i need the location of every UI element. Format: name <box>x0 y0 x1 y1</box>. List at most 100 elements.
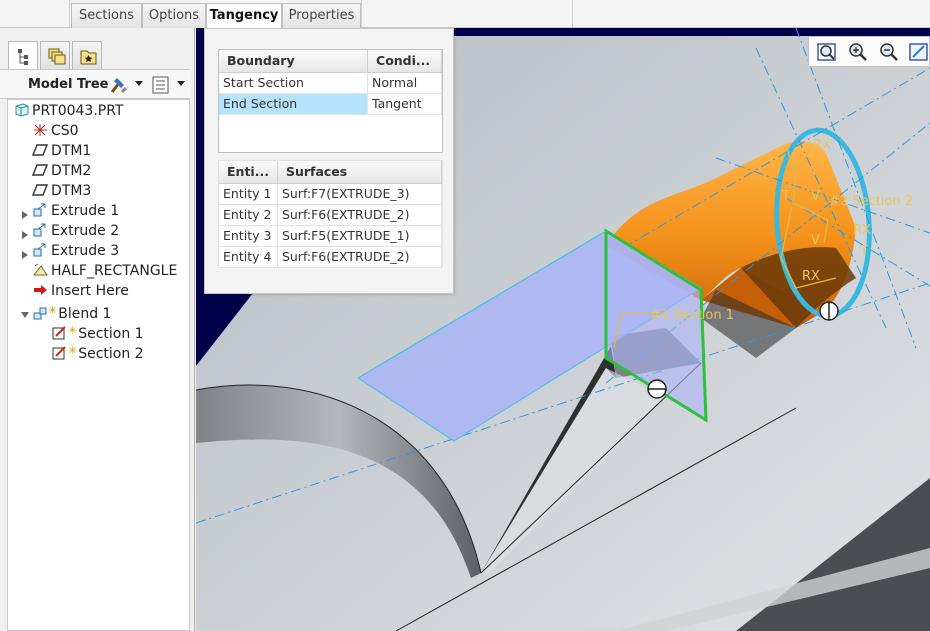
tree-settings-icon[interactable] <box>108 74 130 96</box>
expand-arrow-icon[interactable] <box>20 226 30 239</box>
view-toolbar <box>808 36 930 67</box>
entity-row[interactable]: Entity 3 Surf:F5(EXTRUDE_1) <box>219 225 443 247</box>
entity-table-container: Enti... Surfaces Entity 1 Surf:F7(EXTRUDE… <box>218 160 443 268</box>
sketch-icon <box>32 263 51 279</box>
tab-bar-spacer-left <box>0 0 70 28</box>
collapse-arrow-icon[interactable] <box>20 306 30 318</box>
part-icon <box>13 103 32 119</box>
tree-item-label: HALF_RECTANGLE <box>51 263 178 279</box>
tree-item-half-rectangle[interactable]: HALF_RECTANGLE <box>32 261 177 281</box>
favorites-tab[interactable] <box>72 41 102 69</box>
surface-cell[interactable]: Surf:F7(EXTRUDE_3) <box>277 183 443 205</box>
boundary-column-header[interactable]: Boundary <box>219 50 369 73</box>
rx-marker-3[interactable]: RX <box>802 269 820 284</box>
tree-item-label: CS0 <box>51 123 79 139</box>
tab-properties[interactable]: Properties <box>282 3 361 28</box>
tree-item-dtm2[interactable]: DTM2 <box>32 161 91 181</box>
entity-cell[interactable]: Entity 3 <box>219 225 278 247</box>
tree-item-label: Extrude 3 <box>51 243 120 259</box>
entity-row[interactable]: Entity 2 Surf:F6(EXTRUDE_2) <box>219 204 443 226</box>
tree-item-insert-here[interactable]: Insert Here <box>32 281 129 301</box>
section-2-label: #2 Section 2 <box>829 194 913 209</box>
entity-row[interactable]: Entity 1 Surf:F7(EXTRUDE_3) <box>219 183 443 205</box>
v-marker-2[interactable]: V <box>811 233 820 248</box>
entity-column-header[interactable]: Enti... <box>219 161 278 184</box>
model-tree: PRT0043.PRT CS0 DTM1 DTM2 DTM3 Extrude 1 Extru… <box>7 99 190 631</box>
zoom-in-icon[interactable] <box>846 41 870 63</box>
boundary-cell[interactable]: Start Section <box>219 72 369 94</box>
favorites-icon <box>80 50 97 65</box>
t-marker-2[interactable]: T <box>859 244 868 259</box>
dropdown-arrow-icon[interactable] <box>135 81 143 87</box>
tree-item-dtm3[interactable]: DTM3 <box>32 181 91 201</box>
rx-marker-1[interactable]: RX <box>813 138 831 153</box>
start-point-handle-1[interactable] <box>647 379 667 399</box>
v-marker-1[interactable]: V <box>811 189 820 204</box>
entity-row[interactable]: Entity 4 Surf:F6(EXTRUDE_2) <box>219 246 443 268</box>
entity-cell[interactable]: Entity 4 <box>219 246 278 268</box>
extrude-icon <box>32 203 51 219</box>
surfaces-column-header[interactable]: Surfaces <box>277 161 443 184</box>
zoom-out-icon[interactable] <box>877 41 901 63</box>
boundary-table-container: Boundary Condi... Start Section Normal End… <box>218 49 443 153</box>
model-tree-tab[interactable] <box>8 41 38 69</box>
tree-item-dtm1[interactable]: DTM1 <box>32 141 91 161</box>
extrude-icon <box>32 223 51 239</box>
surface-cell[interactable]: Surf:F6(EXTRUDE_2) <box>277 246 443 268</box>
tree-item-label: Extrude 2 <box>51 223 120 239</box>
tree-item-label: DTM3 <box>51 183 92 199</box>
tree-item-label: Section 2 <box>78 346 144 362</box>
tab-sections[interactable]: Sections <box>71 3 142 28</box>
tree-columns-icon[interactable] <box>151 75 171 95</box>
tab-bar-spacer-right <box>361 0 573 28</box>
layers-tab[interactable] <box>40 41 70 69</box>
repaint-icon[interactable] <box>907 41 930 63</box>
dropdown-arrow-icon[interactable] <box>177 81 185 87</box>
entity-cell[interactable]: Entity 2 <box>219 204 278 226</box>
tree-item-section-1[interactable]: ✳Section 1 <box>52 321 144 342</box>
rx-marker-2[interactable]: RX <box>853 223 871 238</box>
datum-plane-icon <box>32 163 51 179</box>
expand-arrow-icon[interactable] <box>20 246 30 259</box>
surface-cell[interactable]: Surf:F6(EXTRUDE_2) <box>277 204 443 226</box>
tree-item-extrude-2[interactable]: Extrude 2 <box>22 221 120 241</box>
navigator-panel: Model Tree PRT0043.PRT CS0 DTM1 DTM2 DTM3 Ext… <box>0 28 195 631</box>
tree-item-label: Blend 1 <box>58 306 112 322</box>
model-tree-header: Model Tree <box>0 69 190 99</box>
start-point-handle-2[interactable] <box>819 301 839 321</box>
tree-item-label: Section 1 <box>78 326 144 342</box>
expand-arrow-icon[interactable] <box>20 206 30 219</box>
modified-star-icon: ✳ <box>68 344 78 357</box>
tree-item-prt0043-prt[interactable]: PRT0043.PRT <box>13 101 124 121</box>
modified-star-icon: ✳ <box>68 324 78 337</box>
condition-column-header[interactable]: Condi... <box>367 50 442 73</box>
tangency-panel: Boundary Condi... Start Section Normal End… <box>204 28 454 294</box>
boundary-cell[interactable]: End Section <box>219 93 369 115</box>
datum-plane-icon <box>32 143 51 159</box>
tree-item-blend-1[interactable]: ✳Blend 1 <box>21 301 112 322</box>
tree-item-extrude-1[interactable]: Extrude 1 <box>22 201 119 221</box>
surface-cell[interactable]: Surf:F5(EXTRUDE_1) <box>277 225 443 247</box>
tab-options[interactable]: Options <box>142 3 206 28</box>
condition-cell[interactable]: Tangent <box>367 93 442 115</box>
tab-tangency[interactable]: Tangency <box>206 3 282 29</box>
refit-icon[interactable] <box>815 41 839 63</box>
modified-star-icon: ✳ <box>48 304 58 317</box>
condition-cell[interactable]: Normal <box>367 72 442 94</box>
datum-plane-icon <box>32 183 51 199</box>
t-marker-1[interactable]: T <box>781 189 790 204</box>
model-tree-title: Model Tree <box>28 77 109 92</box>
tree-item-label: DTM2 <box>51 163 92 179</box>
csys-icon <box>32 123 51 139</box>
entity-table: Enti... Surfaces Entity 1 Surf:F7(EXTRUDE… <box>219 161 443 268</box>
tree-item-section-2[interactable]: ✳Section 2 <box>52 341 144 362</box>
boundary-row[interactable]: Start Section Normal <box>219 72 442 94</box>
tree-item-label: Insert Here <box>51 283 129 299</box>
tree-item-cs0[interactable]: CS0 <box>32 121 79 141</box>
entity-cell[interactable]: Entity 1 <box>219 183 278 205</box>
section-1-label: #1 Section 1 <box>650 308 734 323</box>
tree-item-extrude-3[interactable]: Extrude 3 <box>22 241 120 261</box>
tree-item-label: DTM1 <box>51 143 92 159</box>
insert-arrow-icon <box>32 283 51 299</box>
boundary-row[interactable]: End Section Tangent <box>219 93 442 115</box>
